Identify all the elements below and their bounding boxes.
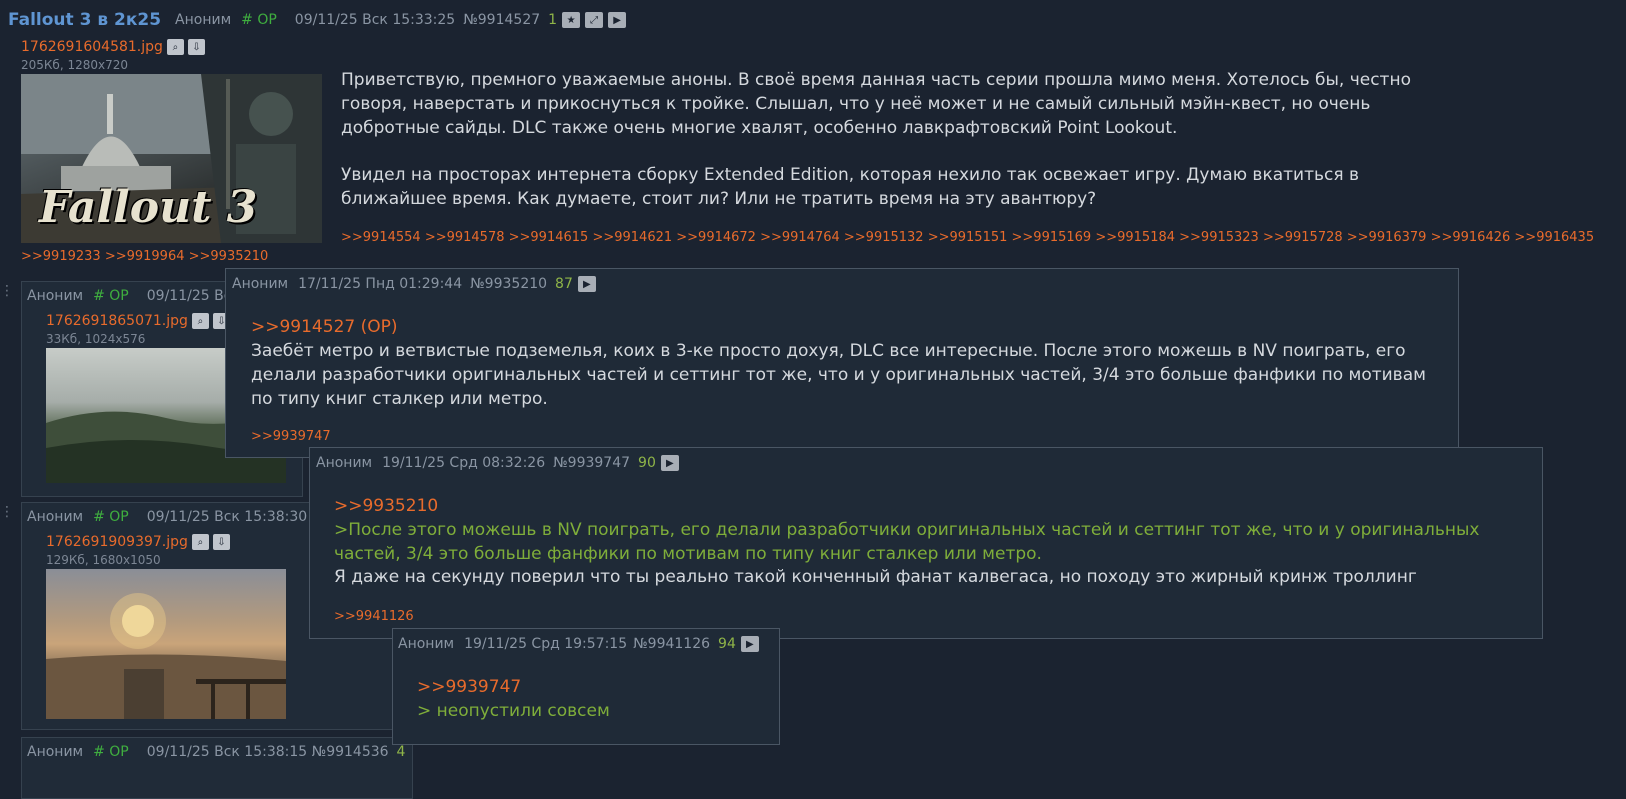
poster-name: Аноним — [27, 744, 84, 760]
op-trip: # OP — [93, 288, 129, 304]
post-menu-button[interactable]: ▶ — [740, 636, 759, 652]
popup-header: Аноним 19/11/25 Срд 19:57:15 №9941126 94… — [398, 636, 759, 652]
post-number[interactable]: №9939747 — [553, 455, 630, 471]
explosion-thumbnail[interactable] — [46, 569, 286, 719]
op-replies-line[interactable]: >>9914554 >>9914578 >>9914615 >>9914621 … — [341, 230, 1594, 245]
search-icon: ⌕ — [172, 41, 179, 53]
download-button[interactable]: ⇩ — [187, 39, 205, 55]
poster-name: Аноним — [27, 509, 84, 525]
file-info: 129Кб, 1680x1050 — [46, 553, 161, 567]
poster-name: Аноним — [316, 455, 373, 471]
op-text: Приветствую, премного уважаемые аноны. В… — [341, 68, 1461, 211]
op-trip: # OP — [93, 509, 129, 525]
post-menu-button[interactable]: ▶ — [608, 12, 627, 28]
op-file-row: 1762691604581.jpg ⌕ ⇩ — [21, 38, 205, 56]
file-name-link[interactable]: 1762691865071.jpg — [46, 313, 188, 329]
op-replies-line-2[interactable]: >>9919233 >>9919964 >>9935210 — [21, 249, 268, 264]
post-dots: ⋮ — [0, 283, 15, 299]
post-date: 09/11/25 Вс — [146, 288, 232, 304]
file-info: 33Кб, 1024x576 — [46, 332, 146, 346]
greentext-quote: > неопустили совсем — [417, 701, 610, 721]
reply-link[interactable]: >>9939747 — [417, 675, 521, 699]
op-paragraph: Увидел на просторах интернета сборку Ext… — [341, 165, 1360, 209]
op-trip: # OP — [241, 12, 277, 28]
post-date: 19/11/25 Срд 08:32:26 — [382, 455, 546, 471]
image-search-button[interactable]: ⌕ — [191, 534, 209, 550]
play-icon: ▶ — [746, 638, 754, 650]
post-date: 09/11/25 Вск 15:33:25 — [294, 12, 456, 28]
file-row: 1762691909397.jpg ⌕ ⇩ — [46, 534, 230, 550]
post-count: 4 — [396, 744, 406, 760]
post-number[interactable]: №9935210 — [470, 276, 547, 292]
download-icon: ⇩ — [217, 536, 226, 548]
thread-title: Fallout 3 в 2к25 — [8, 10, 162, 30]
post-dots: ⋮ — [0, 504, 15, 520]
reply-link[interactable]: >>9935210 — [334, 494, 438, 518]
download-icon: ⇩ — [192, 41, 201, 53]
search-icon: ⌕ — [197, 536, 204, 548]
post-date: 19/11/25 Срд 19:57:15 — [464, 636, 628, 652]
post-count: 87 — [555, 276, 573, 292]
favorite-button[interactable]: ★ — [562, 12, 581, 28]
post-header: Аноним # OP 09/11/25 Вск 15:38:15 №99145… — [27, 744, 405, 760]
post-header: Аноним # OP 09/11/25 Вск 15:38:30 — [27, 509, 307, 525]
post-date: 09/11/25 Вск 15:38:30 — [146, 509, 308, 525]
reply-popup: Аноним 17/11/25 Пнд 01:29:44 №9935210 87… — [225, 268, 1459, 458]
image-search-button[interactable]: ⌕ — [166, 39, 184, 55]
play-icon: ▶ — [666, 457, 674, 469]
post-number[interactable]: №9914527 — [463, 12, 540, 28]
file-name-link[interactable]: 1762691909397.jpg — [46, 534, 188, 550]
op-paragraph: Приветствую, премного уважаемые аноны. В… — [341, 70, 1411, 138]
image-search-button[interactable]: ⌕ — [191, 313, 209, 329]
expand-icon: ⤢ — [590, 14, 599, 26]
post-header: Аноним # OP 09/11/25 Вс — [27, 288, 231, 304]
post-date: 17/11/25 Пнд 01:29:44 — [298, 276, 463, 292]
popup-header: Аноним 19/11/25 Срд 08:32:26 №9939747 90… — [316, 455, 679, 471]
play-icon: ▶ — [583, 278, 591, 290]
post-replies[interactable]: >>9941126 — [334, 609, 414, 624]
post-date: 09/11/25 Вск 15:38:15 №9914536 — [146, 744, 389, 760]
file-row: 1762691865071.jpg ⌕ ⇩ — [46, 313, 230, 329]
post-text: Заебёт метро и ветвистые подземелья, кои… — [251, 341, 1426, 409]
download-button[interactable]: ⇩ — [212, 534, 230, 550]
fallout3-logo: Fallout 3 — [39, 182, 258, 233]
reply-popup: Аноним 19/11/25 Срд 08:32:26 №9939747 90… — [309, 447, 1543, 639]
post-count: 90 — [638, 455, 656, 471]
reply-popup: Аноним 19/11/25 Срд 19:57:15 №9941126 94… — [392, 628, 780, 745]
expand-button[interactable]: ⤢ — [585, 12, 604, 28]
popup-header: Аноним 17/11/25 Пнд 01:29:44 №9935210 87… — [232, 276, 596, 292]
file-name-link[interactable]: 1762691604581.jpg — [21, 39, 163, 55]
op-trip: # OP — [93, 744, 129, 760]
poster-name: Аноним — [27, 288, 84, 304]
file-info: 205Кб, 1280x720 — [21, 58, 128, 72]
play-icon: ▶ — [613, 14, 621, 26]
post-menu-button[interactable]: ▶ — [577, 276, 596, 292]
greentext-quote: >После этого можешь в NV поиграть, его д… — [334, 520, 1480, 564]
post-text: Я даже на секунду поверил что ты реально… — [334, 567, 1417, 587]
op-header: Fallout 3 в 2к25 Аноним # OP 09/11/25 Вс… — [8, 10, 627, 30]
op-thumbnail[interactable]: Fallout 3 — [21, 74, 322, 243]
search-icon: ⌕ — [197, 315, 204, 327]
explosion-image — [46, 593, 286, 719]
poster-name: Аноним — [175, 12, 232, 28]
post-count: 1 — [548, 12, 558, 28]
post-replies[interactable]: >>9939747 — [251, 429, 331, 444]
post-menu-button[interactable]: ▶ — [660, 455, 679, 471]
post-count: 94 — [718, 636, 736, 652]
post-number[interactable]: №9941126 — [633, 636, 710, 652]
poster-name: Аноним — [232, 276, 289, 292]
poster-name: Аноним — [398, 636, 455, 652]
reply-link[interactable]: >>9914527 (OP) — [251, 315, 398, 339]
star-icon: ★ — [566, 14, 576, 26]
